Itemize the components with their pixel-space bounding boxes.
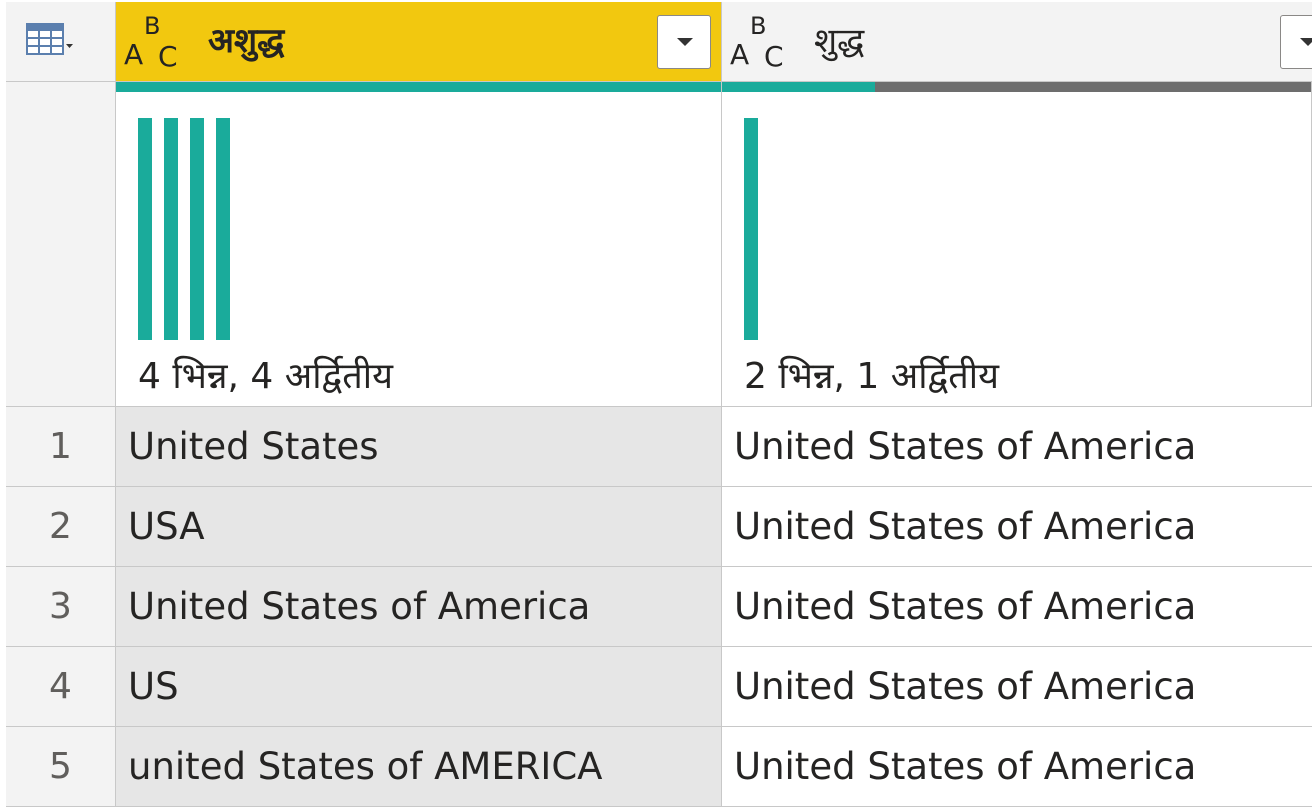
quality-valid-segment — [722, 82, 876, 92]
table-menu-button[interactable] — [6, 2, 116, 82]
table-cell[interactable]: United States of America — [116, 567, 722, 647]
row-number[interactable]: 1 — [6, 407, 116, 487]
row-number[interactable]: 4 — [6, 647, 116, 727]
value-distribution-chart — [138, 118, 230, 340]
distribution-summary: 2 भिन्न, 1 अर्द्वितीय — [744, 356, 999, 397]
value-distribution-chart — [744, 118, 758, 340]
profile-row-header — [6, 82, 116, 407]
row-number[interactable]: 2 — [6, 487, 116, 567]
text-type-icon[interactable]: A B C — [730, 8, 800, 74]
column-header-shuddh[interactable]: A B C शुद्ध — [722, 2, 1312, 82]
table-cell[interactable]: USA — [116, 487, 722, 567]
distribution-bar[interactable] — [138, 118, 152, 340]
distribution-bar[interactable] — [164, 118, 178, 340]
table-cell[interactable]: US — [116, 647, 722, 727]
column-filter-dropdown-button[interactable] — [1280, 15, 1312, 69]
row-number[interactable]: 3 — [6, 567, 116, 647]
column-name: शुद्ध — [814, 21, 865, 61]
table-cell[interactable]: United States of America — [722, 487, 1312, 567]
text-type-icon[interactable]: A B C — [124, 8, 194, 74]
distribution-bar[interactable] — [216, 118, 230, 340]
column-filter-dropdown-button[interactable] — [657, 15, 711, 69]
table-cell[interactable]: United States of America — [722, 727, 1312, 807]
column-profile: 4 भिन्न, 4 अर्द्वितीय — [116, 82, 722, 407]
column-quality-bar[interactable] — [722, 82, 1311, 92]
distribution-bar[interactable] — [744, 118, 758, 340]
column-header-ashuddh[interactable]: A B C अशुद्ध — [116, 2, 722, 82]
distribution-summary: 4 भिन्न, 4 अर्द्वितीय — [138, 356, 393, 397]
table-menu-icon — [26, 23, 73, 55]
table-cell[interactable]: United States of America — [722, 567, 1312, 647]
row-number[interactable]: 5 — [6, 727, 116, 807]
data-preview-grid: A B C अशुद्ध A B C शुद्ध 4 भिन्न, 4 अर्द… — [6, 2, 1312, 807]
table-cell[interactable]: United States — [116, 407, 722, 487]
quality-valid-segment — [116, 82, 721, 92]
table-cell[interactable]: United States of America — [722, 407, 1312, 487]
column-name: अशुद्ध — [208, 21, 285, 61]
table-cell[interactable]: United States of America — [722, 647, 1312, 727]
distribution-bar[interactable] — [190, 118, 204, 340]
column-profile: 2 भिन्न, 1 अर्द्वितीय — [722, 82, 1312, 407]
table-cell[interactable]: united States of AMERICA — [116, 727, 722, 807]
column-quality-bar[interactable] — [116, 82, 721, 92]
